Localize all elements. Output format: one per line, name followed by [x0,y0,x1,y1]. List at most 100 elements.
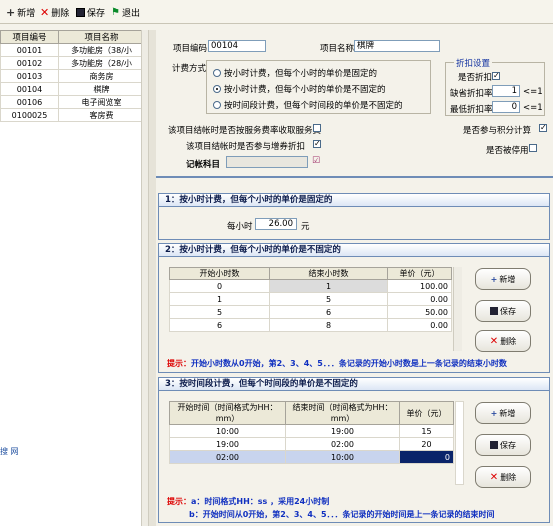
gift-discount-label: 该项目结帐时是否参与增券折扣 [186,142,306,152]
service-fee-label: 该项目结帐时是否按服务费率收取服务费 [168,126,322,136]
default-rate-unit: <=1 [523,87,543,97]
account-input[interactable] [226,156,308,168]
hourly-grid[interactable]: 开始小时数 结束小时数 单价（元） 0 1 100.00 1 5 0.00 5 6 50.00 … [169,267,452,332]
cell[interactable]: 5 [269,292,388,306]
billing-options-group: 按小时计费，但每个小时的单价是固定的 按小时计费，但每个小时的单价是不固定的 按… [206,60,431,114]
code-input[interactable]: 00104 [208,40,266,52]
cell[interactable]: 15 [399,424,454,438]
save-button[interactable]: 保存 [76,5,105,19]
cell: 00101 [0,43,59,57]
cell: 电子阅览室 [58,95,145,109]
delete-row-button[interactable]: ✕ 删除 [475,330,531,352]
time-period-grid[interactable]: 开始时间（时间格式为HH：mm） 结束时间（时间格式为HH：mm） 单价（元） 10… [169,401,454,464]
min-rate-unit: <=1 [523,103,543,113]
selected-cell[interactable]: 0 [399,450,454,464]
table-row[interactable]: 00102 多功能房（28/小 [0,56,145,70]
cell[interactable]: 0.00 [387,292,452,306]
hourly-price-input[interactable]: 26.00 [255,218,297,230]
table-row[interactable]: 0 1 100.00 [169,279,452,293]
delete-period-button[interactable]: ✕ 删除 [475,466,531,488]
cell[interactable]: 0 [169,279,270,293]
hint-text: 提示：开始小时数从0开始，第2、3、4、5．．．条记录的开始小时数是上一条记录的… [167,359,507,368]
table-row[interactable]: 00104 棋牌 [0,82,145,96]
floppy-icon [490,307,498,315]
table-row[interactable]: 02:00 10:00 0 [169,450,454,464]
delete-button[interactable]: ✕ 删除 [40,5,69,19]
min-rate-input[interactable]: 0 [492,101,520,113]
column-header: 开始时间（时间格式为HH：mm） [169,401,286,425]
cell[interactable]: 8 [269,318,388,332]
cell[interactable]: 5 [169,305,270,319]
column-header: 项目编号 [0,30,59,44]
disabled-label: 是否被停用 [486,146,529,156]
table-row[interactable]: 00103 商务房 [0,69,145,83]
table-row[interactable]: 19:00 02:00 20 [169,437,454,451]
plus-icon: + [490,408,498,418]
account-label: 记帐科目 [186,160,221,170]
points-label: 是否参与积分计算 [463,126,532,136]
section-fixed-hourly: 1：按小时计费，但每个小时的单价是固定的 每小时 26.00 元 [158,193,550,240]
radio-icon [213,101,221,109]
table-row[interactable]: 00101 多功能房（38/小 [0,43,145,57]
separator [156,176,553,178]
discount-allow-checkbox[interactable]: ✓ [492,72,500,80]
picker-icon[interactable]: ☑ [312,156,320,166]
main-splitter[interactable] [148,30,156,526]
cell[interactable]: 19:00 [169,437,286,451]
cell[interactable]: 0.00 [387,318,452,332]
column-header: 开始小时数 [169,267,270,280]
add-button[interactable]: + 新增 [6,5,35,19]
grid-blank-area [455,401,464,485]
radio-checked-icon [213,85,221,93]
name-input[interactable]: 棋牌 [354,40,440,52]
cell: 00106 [0,95,59,109]
cell[interactable]: 1 [169,292,270,306]
gift-discount-checkbox[interactable]: ✓ [313,140,321,148]
table-row[interactable]: 5 6 50.00 [169,305,452,319]
cell: 棋牌 [58,82,145,96]
table-row[interactable]: 6 8 0.00 [169,318,452,332]
cell[interactable]: 50.00 [387,305,452,319]
cell[interactable]: 6 [169,318,270,332]
cell[interactable]: 100.00 [387,279,452,293]
hourly-price-label: 每小时 [227,222,253,232]
cell[interactable]: 1 [269,279,388,293]
cell[interactable]: 20 [399,437,454,451]
service-fee-checkbox[interactable] [313,124,321,132]
add-period-button[interactable]: + 新增 [475,402,531,424]
save-row-button[interactable]: 保存 [475,300,531,322]
side-search-label[interactable]: 搜 网 [0,446,19,457]
table-row[interactable]: 0100025 客房费 [0,108,145,122]
cell[interactable]: 6 [269,305,388,319]
table-row[interactable]: 1 5 0.00 [169,292,452,306]
plus-icon: + [490,274,498,284]
cell: 商务房 [58,69,145,83]
exit-button[interactable]: ⚑ 退出 [111,5,140,19]
billing-option-0[interactable]: 按小时计费，但每个小时的单价是固定的 [213,67,377,79]
cross-icon: ✕ [489,335,499,347]
cross-icon: ✕ [40,5,50,19]
table-row[interactable]: 00106 电子阅览室 [0,95,145,109]
column-header: 结束时间（时间格式为HH：mm） [285,401,400,425]
cell[interactable]: 19:00 [285,424,400,438]
discount-allow-label: 是否折扣 [458,73,493,83]
hint-text-a: 提示：a：时间格式HH：ss ，采用24小时制 [167,497,330,506]
table-row[interactable]: 10:00 19:00 15 [169,424,454,438]
item-list-panel: 项目编号 项目名称 00101 多功能房（38/小 00102 多功能房（28/小 0… [0,30,150,526]
code-label: 项目编码 [173,44,208,54]
save-period-button[interactable]: 保存 [475,434,531,456]
cell: 00104 [0,82,59,96]
cell[interactable]: 10:00 [285,450,400,464]
cell[interactable]: 02:00 [169,450,286,464]
disabled-checkbox[interactable] [529,144,537,152]
cell[interactable]: 02:00 [285,437,400,451]
points-checkbox[interactable]: ✓ [539,124,547,132]
section-time-period: 3：按时间段计费，但每个时间段的单价是不固定的 开始时间（时间格式为HH：mm）… [158,377,550,523]
item-list-table: 项目编号 项目名称 00101 多功能房（38/小 00102 多功能房（28/小 0… [0,30,145,122]
default-rate-input[interactable]: 1 [492,85,520,97]
billing-option-2[interactable]: 按时间段计费，但每个时间段的单价是不固定的 [213,99,403,111]
grid-scrollbar[interactable] [453,267,462,351]
billing-option-1[interactable]: 按小时计费，但每个小时的单价是不固定的 [213,83,386,95]
add-row-button[interactable]: + 新增 [475,268,531,290]
cell[interactable]: 10:00 [169,424,286,438]
